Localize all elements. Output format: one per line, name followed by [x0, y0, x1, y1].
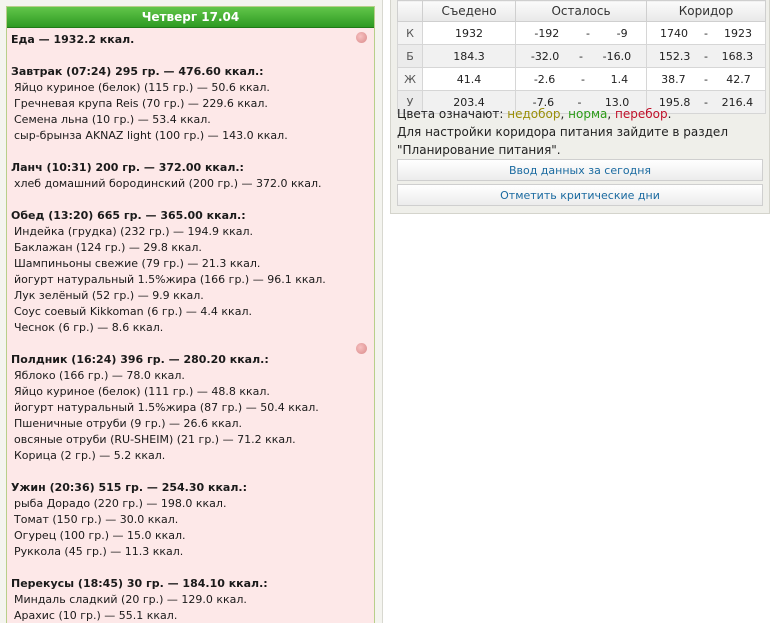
corridor-range: 152.3-168.3 — [646, 44, 766, 68]
meal-header: Ланч (10:31) 200 гр. — 372.00 ккал.: — [11, 161, 244, 174]
stats-row: К 1932 -192 - -9 1740 - 1923 — [397, 21, 766, 45]
food-item: Пшеничные отруби (9 гр.) — 26.6 ккал. — [14, 417, 243, 430]
remaining-range: -2.6 - 1.4 — [515, 67, 647, 91]
food-item: Индейка (грудка) (232 гр.) — 194.9 ккал. — [14, 225, 254, 238]
left-column: Четверг 17.04 Еда — 1932.2 ккал. Завтрак … — [0, 0, 383, 623]
stats-header-corner — [397, 0, 423, 22]
range-separator: - — [704, 49, 708, 63]
corridor-min: 38.7 — [661, 72, 686, 86]
remaining-min: -2.6 — [533, 72, 556, 86]
food-item: Корица (2 гр.) — 5.2 ккал. — [14, 449, 166, 462]
food-item: Огурец (100 гр.) — 15.0 ккал. — [14, 529, 186, 542]
legend-dot: . — [667, 107, 672, 121]
meal-header: Перекусы (18:45) 30 гр. — 184.10 ккал.: — [11, 577, 268, 590]
range-separator: - — [579, 49, 583, 63]
eaten-value: 41.4 — [422, 67, 516, 91]
right-column: Съедено Осталось Коридор К 1932 -192 - -9 174… — [390, 0, 770, 214]
legend-comma: , — [607, 107, 612, 121]
enter-today-button[interactable]: Ввод данных за сегодня — [397, 159, 763, 181]
food-item: Лук зелёный (52 гр.) — 9.9 ккал. — [14, 289, 204, 302]
corridor-range: 1740 - 1923 — [646, 21, 766, 45]
food-item: хлеб домашний бородинский (200 гр.) — 37… — [14, 177, 322, 190]
pin-icon[interactable] — [356, 32, 367, 43]
stats-row: Ж 41.4 -2.6 - 1.4 38.7 - 42.7 — [397, 67, 766, 91]
legend-over: перебор — [615, 107, 668, 121]
nutrition-stats-table: Съедено Осталось Коридор К 1932 -192 - -9 174… — [397, 0, 766, 114]
range-separator: - — [580, 72, 585, 86]
legend-line-1: Цвета означают: недобор, норма, перебор. — [397, 105, 766, 123]
food-item: Томат (150 гр.) — 30.0 ккал. — [14, 513, 179, 526]
corridor-max: 42.7 — [726, 72, 751, 86]
legend-comma: , — [560, 107, 565, 121]
remaining-range: -192 - -9 — [515, 21, 647, 45]
meal-header: Обед (13:20) 665 гр. — 365.00 ккал.: — [11, 209, 246, 222]
remaining-max: -9 — [616, 26, 628, 40]
food-item: Шампиньоны свежие (79 гр.) — 21.3 ккал. — [14, 257, 261, 270]
remaining-range: -32.0 - -16.0 — [515, 44, 647, 68]
food-item: Яйцо куриное (белок) (111 гр.) — 48.8 кк… — [14, 385, 270, 398]
stats-row: Б 184.3 -32.0- -16.0 152.3-168.3 — [397, 44, 766, 68]
nutrient-label: Б — [397, 44, 423, 68]
remaining-max: 1.4 — [610, 72, 629, 86]
food-item: Яблоко (166 гр.) — 78.0 ккал. — [14, 369, 185, 382]
day-total: Еда — 1932.2 ккал. — [11, 33, 135, 46]
nutrient-label: Ж — [397, 67, 423, 91]
header-remaining: Осталось — [515, 0, 647, 22]
food-item: Гречневая крупа Reis (70 гр.) — 229.6 кк… — [14, 97, 268, 110]
legend-line-3: "Планирование питания". — [397, 143, 561, 157]
eaten-value: 184.3 — [422, 44, 516, 68]
remaining-min: -192 — [534, 26, 560, 40]
legend-under: недобор — [507, 107, 561, 121]
color-legend: Цвета означают: недобор, норма, перебор.… — [397, 105, 766, 159]
legend-norm: норма — [568, 107, 608, 121]
food-item: Миндаль сладкий (20 гр.) — 129.0 ккал. — [14, 593, 247, 606]
stats-header-row: Съедено Осталось Коридор — [397, 0, 766, 22]
food-item: рыба Дорадо (220 гр.) — 198.0 ккал. — [14, 497, 227, 510]
mark-critical-days-button[interactable]: Отметить критические дни — [397, 184, 763, 206]
pin-icon[interactable] — [356, 343, 367, 354]
food-item: Яйцо куриное (белок) (115 гр.) — 50.6 кк… — [14, 81, 270, 94]
corridor-max: 168.3 — [721, 49, 754, 63]
food-item: Арахис (10 гр.) — 55.1 ккал. — [14, 609, 178, 622]
meal-header: Завтрак (07:24) 295 гр. — 476.60 ккал.: — [11, 65, 264, 78]
meal-header: Полдник (16:24) 396 гр. — 280.20 ккал.: — [11, 353, 269, 366]
food-item: Руккола (45 гр.) — 11.3 ккал. — [14, 545, 184, 558]
range-separator: - — [703, 72, 708, 86]
day-diary-panel: Четверг 17.04 Еда — 1932.2 ккал. Завтрак … — [6, 6, 375, 623]
food-item: йогурт натуральный 1.5%жира (87 гр.) — 5… — [14, 401, 319, 414]
header-corridor: Коридор — [646, 0, 766, 22]
corridor-range: 38.7 - 42.7 — [646, 67, 766, 91]
meal-header: Ужин (20:36) 515 гр. — 254.30 ккал.: — [11, 481, 247, 494]
food-item: Соус соевый Kikkoman (6 гр.) — 4.4 ккал. — [14, 305, 252, 318]
diary-list: Еда — 1932.2 ккал. Завтрак (07:24) 295 гр… — [7, 28, 374, 623]
food-item: Семена льна (10 гр.) — 53.4 ккал. — [14, 113, 211, 126]
remaining-min: -32.0 — [530, 49, 560, 63]
legend-prefix: Цвета означают: — [397, 107, 504, 121]
day-title: Четверг 17.04 — [7, 7, 374, 28]
range-separator: - — [586, 26, 590, 40]
corridor-min: 152.3 — [658, 49, 691, 63]
food-item: сыр-брынза AKNAZ light (100 гр.) — 143.0… — [14, 129, 288, 142]
header-eaten: Съедено — [422, 0, 516, 22]
legend-line-2: Для настройки коридора питания зайдите в… — [397, 125, 728, 139]
corridor-min: 1740 — [660, 26, 688, 40]
food-item: Баклажан (124 гр.) — 29.8 ккал. — [14, 241, 202, 254]
range-separator: - — [704, 26, 708, 40]
corridor-max: 1923 — [723, 26, 752, 40]
nutrient-label: К — [397, 21, 423, 45]
remaining-max: -16.0 — [602, 49, 632, 63]
food-item: овсяные отруби (RU-SHEIM) (21 гр.) — 71.… — [14, 433, 296, 446]
food-item: Чеснок (6 гр.) — 8.6 ккал. — [14, 321, 164, 334]
eaten-value: 1932 — [422, 21, 516, 45]
food-item: йогурт натуральный 1.5%жира (166 гр.) — … — [14, 273, 326, 286]
